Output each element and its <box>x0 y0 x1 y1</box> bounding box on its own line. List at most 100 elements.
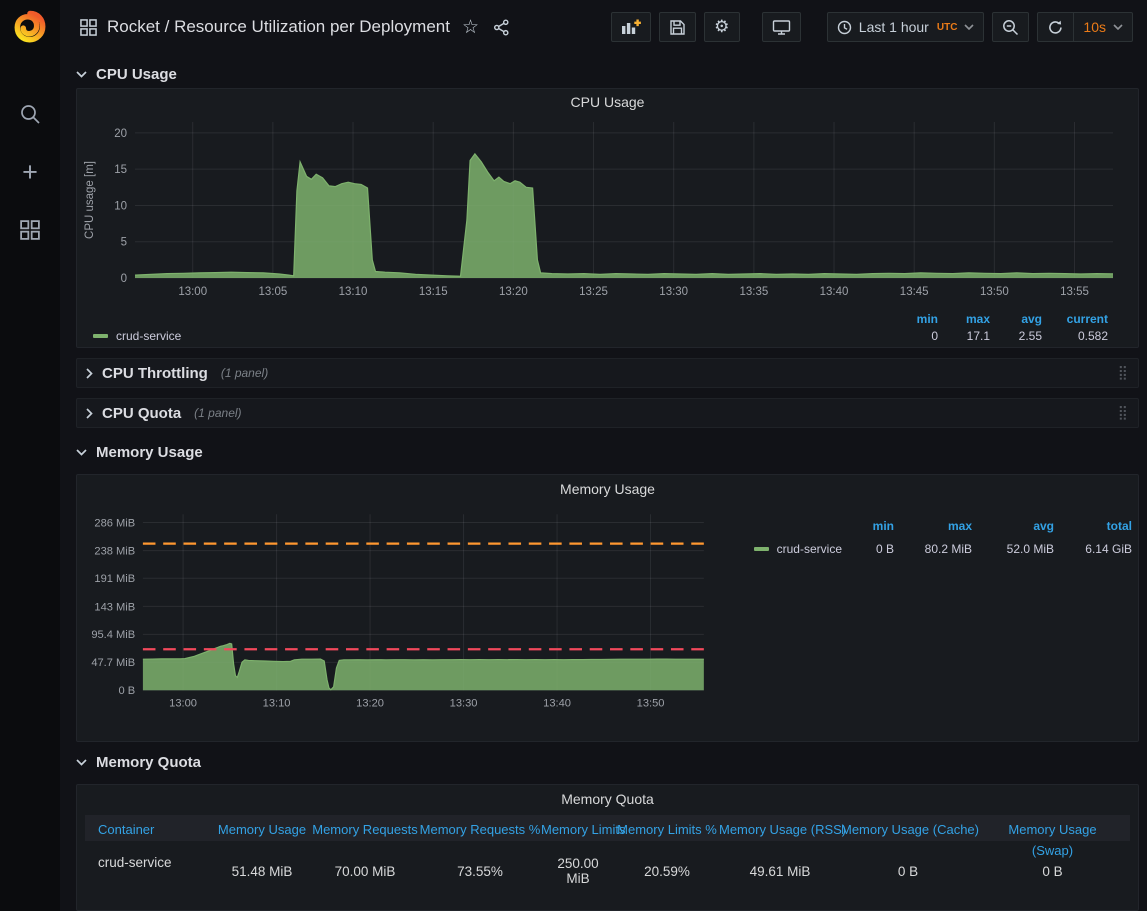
row-header-cpu-quota[interactable]: CPU Quota (1 panel) ⣿ <box>76 398 1139 428</box>
column-header[interactable]: Memory Requests <box>311 820 419 841</box>
svg-text:0 B: 0 B <box>118 685 135 697</box>
svg-text:13:00: 13:00 <box>178 286 207 298</box>
column-header[interactable]: Container <box>85 820 213 841</box>
legend-stat-value: 0.582 <box>1042 329 1108 343</box>
share-icon[interactable] <box>491 19 512 36</box>
svg-text:13:25: 13:25 <box>579 286 608 298</box>
svg-text:13:40: 13:40 <box>543 698 571 710</box>
chevron-down-icon <box>964 24 974 30</box>
section-title: CPU Usage <box>96 66 177 83</box>
row-header-memory-usage[interactable]: Memory Usage <box>76 438 1139 466</box>
refresh-interval-label: 10s <box>1083 19 1106 35</box>
column-header[interactable]: Memory Limits <box>541 820 615 841</box>
svg-text:5: 5 <box>121 237 127 249</box>
series-color-swatch <box>754 547 769 551</box>
section-title: CPU Quota <box>102 405 181 422</box>
grafana-app: + Rocket / Resource Utilization per <box>0 0 1147 911</box>
svg-text:13:10: 13:10 <box>263 698 291 710</box>
table-cell: 73.55% <box>419 864 541 879</box>
svg-text:13:20: 13:20 <box>499 286 528 298</box>
svg-text:15: 15 <box>114 164 127 176</box>
chevron-down-icon <box>76 449 87 456</box>
cpu-usage-chart[interactable]: 13:0013:0513:1013:1513:2013:2513:3013:35… <box>81 114 1121 304</box>
panel-title[interactable]: Memory Quota <box>77 785 1138 813</box>
column-header[interactable]: Memory Usage <box>213 820 311 841</box>
create-plus-icon[interactable]: + <box>14 156 46 188</box>
svg-text:143 MiB: 143 MiB <box>94 601 135 613</box>
legend-stat-value: 17.1 <box>938 329 990 343</box>
drag-handle-icon[interactable]: ⣿ <box>1118 405 1128 421</box>
panel-count: (1 panel) <box>194 406 241 420</box>
refresh-interval-picker[interactable]: 10s <box>1074 12 1133 42</box>
legend-stat-header[interactable]: current <box>1042 312 1108 326</box>
svg-text:47.7 MiB: 47.7 MiB <box>91 657 135 669</box>
search-icon[interactable] <box>14 98 46 130</box>
row-header-cpu-usage[interactable]: CPU Usage <box>76 60 1139 88</box>
dashboard-content: CPU Usage CPU Usage 13:0013:0513:1013:15… <box>60 54 1147 911</box>
dashboards-icon[interactable] <box>14 214 46 246</box>
legend-stat-header[interactable]: max <box>938 312 990 326</box>
legend-stat-value: 2.55 <box>990 329 1042 343</box>
svg-text:95.4 MiB: 95.4 MiB <box>91 629 135 641</box>
svg-text:0: 0 <box>121 273 127 285</box>
svg-text:13:00: 13:00 <box>169 698 197 710</box>
dashboard-title[interactable]: Rocket / Resource Utilization per Deploy… <box>107 17 450 37</box>
legend-series-label[interactable]: crud-service <box>93 329 181 343</box>
table-cell: 70.00 MiB <box>311 864 419 879</box>
svg-text:CPU usage [m]: CPU usage [m] <box>84 161 96 239</box>
cpu-legend: minmaxavgcurrentcrud-service017.12.550.5… <box>77 309 1138 347</box>
table-cell: 51.48 MiB <box>213 864 311 879</box>
table-cell: 0 B <box>975 864 1130 879</box>
save-dashboard-button[interactable] <box>659 12 696 42</box>
legend-stat-value: 0 B <box>842 542 894 556</box>
svg-text:20: 20 <box>114 128 127 140</box>
drag-handle-icon[interactable]: ⣿ <box>1118 365 1128 381</box>
memory-legend: minmaxavgtotalcrud-service0 B80.2 MiB52.… <box>710 503 1138 739</box>
legend-stat-header[interactable]: total <box>1054 519 1132 533</box>
table-cell: 20.59% <box>615 864 719 879</box>
column-header[interactable]: Memory Usage (Cache) <box>841 820 975 841</box>
column-header[interactable]: Memory Usage (RSS) <box>719 820 841 841</box>
panel-title[interactable]: CPU Usage <box>77 89 1138 114</box>
dashboard-grid-icon[interactable] <box>80 19 97 36</box>
grafana-logo[interactable] <box>11 8 49 46</box>
add-panel-button[interactable] <box>611 12 651 42</box>
svg-text:13:15: 13:15 <box>419 286 448 298</box>
legend-stat-header[interactable]: avg <box>990 312 1042 326</box>
svg-text:13:55: 13:55 <box>1060 286 1089 298</box>
time-range-label: Last 1 hour <box>859 19 929 35</box>
panel-title[interactable]: Memory Usage <box>77 475 1138 503</box>
row-header-memory-quota[interactable]: Memory Quota <box>76 748 1139 776</box>
svg-text:13:30: 13:30 <box>659 286 688 298</box>
dashboard-settings-button[interactable]: ⚙ <box>704 12 740 42</box>
zoom-out-button[interactable] <box>992 12 1029 42</box>
svg-text:13:40: 13:40 <box>820 286 849 298</box>
legend-stat-header[interactable]: avg <box>972 519 1054 533</box>
legend-stat-value: 6.14 GiB <box>1054 542 1132 556</box>
legend-stat-header[interactable]: min <box>842 519 894 533</box>
legend-stat-header[interactable]: max <box>894 519 972 533</box>
table-cell: 0 B <box>841 864 975 879</box>
main-area: Rocket / Resource Utilization per Deploy… <box>60 0 1147 911</box>
star-icon[interactable]: ☆ <box>460 18 481 37</box>
table-header-row: ContainerMemory UsageMemory RequestsMemo… <box>85 815 1130 841</box>
memory-usage-chart[interactable]: 13:0013:1013:2013:3013:4013:500 B47.7 Mi… <box>81 503 710 719</box>
svg-text:13:10: 13:10 <box>339 286 368 298</box>
refresh-button[interactable] <box>1037 12 1074 42</box>
column-header[interactable]: Memory Usage (Swap) <box>997 820 1109 862</box>
time-range-picker[interactable]: Last 1 hour UTC <box>827 12 985 42</box>
timezone-label: UTC <box>937 22 958 33</box>
panel-count: (1 panel) <box>221 366 268 380</box>
svg-text:13:50: 13:50 <box>980 286 1009 298</box>
column-header[interactable]: Memory Limits % <box>615 820 719 841</box>
svg-text:10: 10 <box>114 200 127 212</box>
chevron-down-icon <box>76 71 87 78</box>
row-header-cpu-throttling[interactable]: CPU Throttling (1 panel) ⣿ <box>76 358 1139 388</box>
column-header[interactable]: Memory Requests % <box>419 820 541 841</box>
legend-stat-header[interactable]: min <box>886 312 938 326</box>
legend-series-label[interactable]: crud-service <box>754 542 842 556</box>
table-cell: crud-service <box>85 841 213 870</box>
kiosk-mode-button[interactable] <box>762 12 801 42</box>
table-row[interactable]: crud-service51.48 MiB70.00 MiB73.55%250.… <box>85 841 1130 901</box>
section-title: Memory Usage <box>96 444 203 461</box>
